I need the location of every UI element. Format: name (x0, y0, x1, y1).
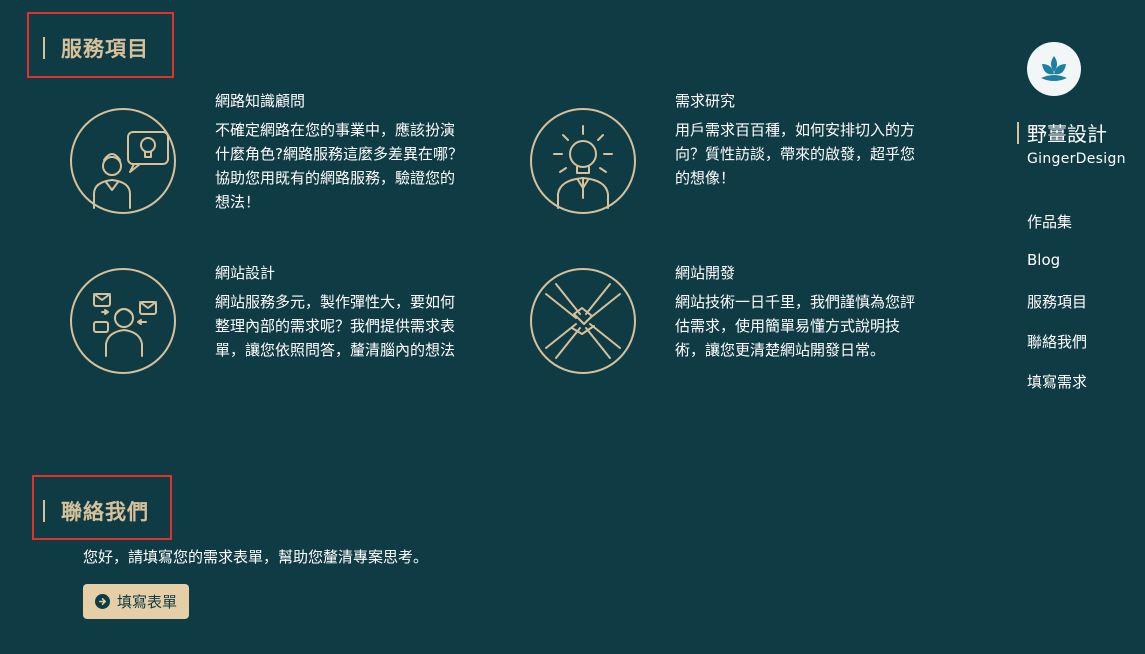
heading-bar (43, 500, 45, 522)
service-title-consultant: 網路知識顧問 (215, 92, 306, 110)
services-heading-text: 服務項目 (61, 37, 149, 61)
desc-line: 用戶需求百百種，如何安排切入的方 (675, 121, 916, 139)
desc-line: 協助您用既有的網路服務，驗證您的 (215, 169, 456, 187)
desc-line: 的想像！ (675, 169, 736, 187)
service-title-research: 需求研究 (675, 92, 736, 110)
brand-name-en: GingerDesign (1027, 151, 1126, 167)
ginger-flower-icon (1041, 56, 1067, 81)
desc-line: 估需求，使用簡單易懂方式說明技 (675, 317, 901, 335)
fill-form-button[interactable]: 填寫表單 (83, 584, 189, 619)
nav-services[interactable]: 服務項目 (1027, 291, 1087, 312)
contact-description: 您好，請填寫您的需求表單，幫助您釐清專案思考。 (83, 548, 429, 566)
consultant-icon (70, 108, 176, 214)
brand-bar (1017, 121, 1019, 144)
desc-line: 網站技術一日千里，我們謹慎為您評 (675, 293, 916, 311)
desc-line: 向？質性訪談，帶來的啟發，超乎您 (675, 145, 916, 163)
contact-heading: 聯絡我們 (43, 496, 149, 526)
desc-line: 網站服務多元，製作彈性大，要如何 (215, 293, 456, 311)
service-desc-web-dev: 網站技術一日千里，我們謹慎為您評 估需求，使用簡單易懂方式說明技 術，讓您更清楚… (675, 290, 960, 362)
fill-form-button-label: 填寫表單 (116, 593, 177, 611)
desc-line: 單，讓您依照問答，釐清腦內的想法 (215, 341, 456, 359)
desc-line: 不確定網路在您的事業中，應該扮演 (215, 121, 456, 139)
service-title-web-design: 網站設計 (215, 264, 276, 282)
nav-contact[interactable]: 聯絡我們 (1027, 331, 1087, 352)
services-heading: 服務項目 (43, 33, 149, 63)
desc-line: 術，讓您更清楚網站開發日常。 (675, 341, 886, 359)
service-desc-research: 用戶需求百百種，如何安排切入的方 向？質性訪談，帶來的啟發，超乎您 的想像！ (675, 118, 960, 190)
nav-portfolio[interactable]: 作品集 (1027, 211, 1072, 232)
brand-name: 野薑設計 (1017, 118, 1107, 147)
contact-heading-text: 聯絡我們 (61, 500, 149, 524)
arrow-right-circle-icon (94, 594, 110, 609)
service-desc-web-design: 網站服務多元，製作彈性大，要如何 整理內部的需求呢？我們提供需求表 單，讓您依照… (215, 290, 500, 362)
teamwork-hands-icon (530, 268, 636, 374)
desc-line: 想法！ (215, 193, 261, 211)
nav-blog[interactable]: Blog (1027, 251, 1060, 269)
desc-line: 整理內部的需求呢？我們提供需求表 (215, 317, 456, 335)
brand-logo[interactable] (1027, 42, 1081, 96)
service-title-web-dev: 網站開發 (675, 264, 736, 282)
web-design-icon (70, 268, 176, 374)
service-desc-consultant: 不確定網路在您的事業中，應該扮演 什麼角色?網路服務這麼多差異在哪？ 協助您用既… (215, 118, 500, 214)
nav-request-form[interactable]: 填寫需求 (1027, 371, 1087, 392)
desc-line: 什麼角色?網路服務這麼多差異在哪？ (215, 145, 463, 163)
brand-name-zh: 野薑設計 (1027, 122, 1107, 146)
heading-bar (43, 37, 45, 59)
lightbulb-person-icon (530, 108, 636, 214)
